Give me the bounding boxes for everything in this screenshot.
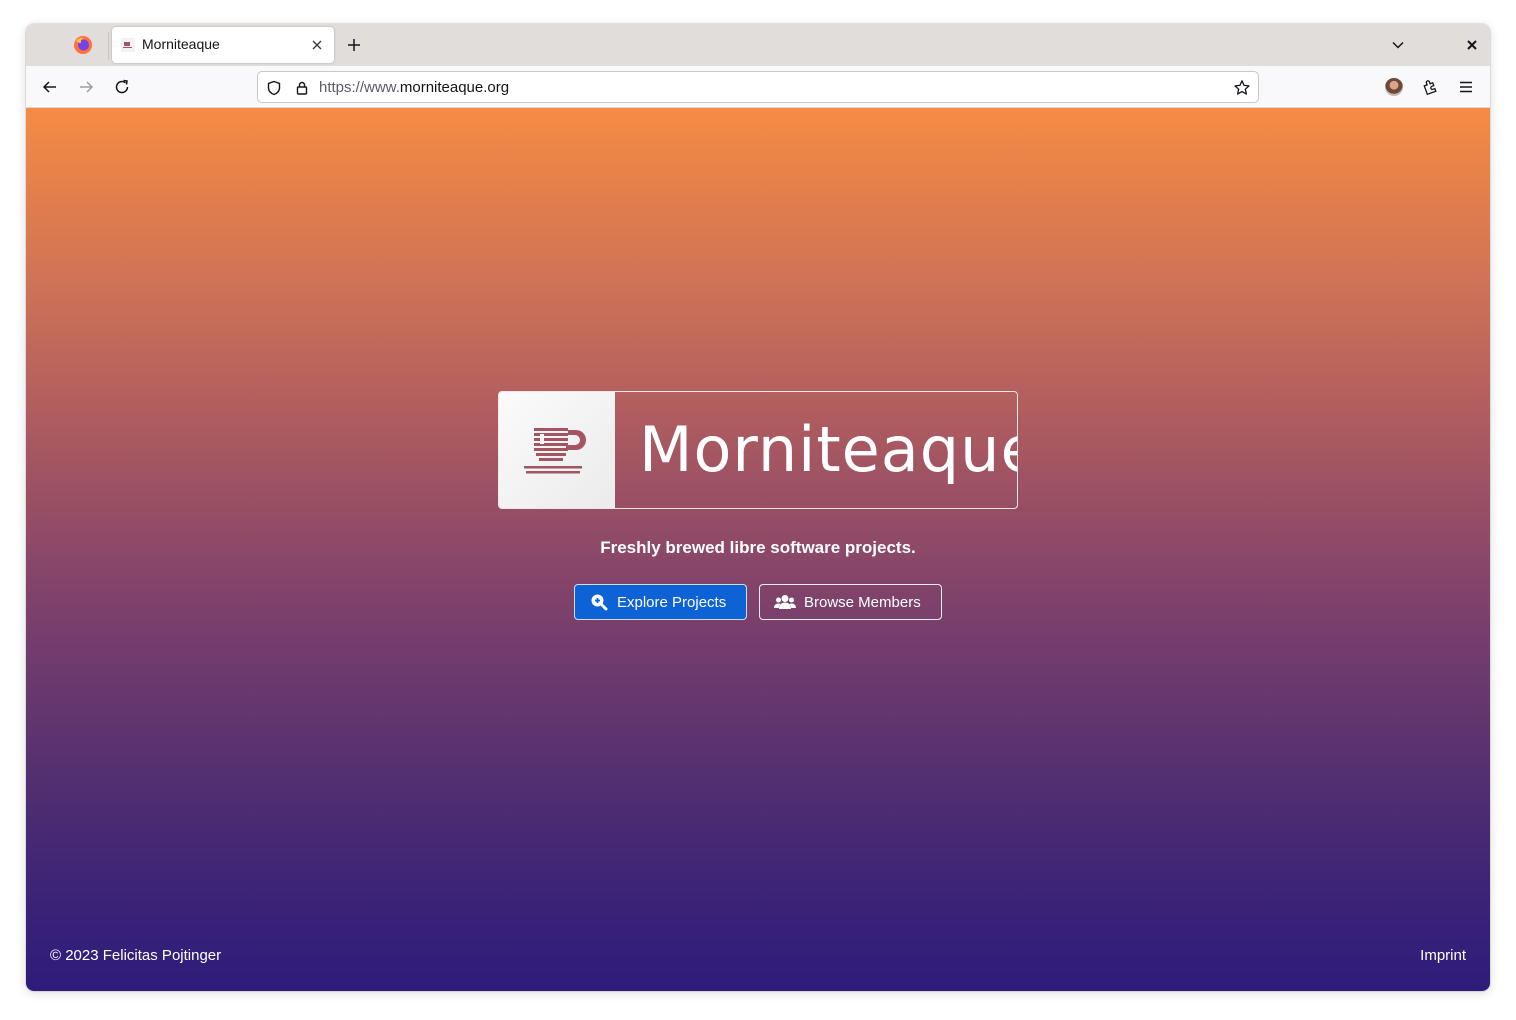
imprint-link[interactable]: Imprint bbox=[1420, 947, 1466, 964]
close-icon[interactable] bbox=[308, 36, 326, 54]
url-text[interactable]: https://www.morniteaque.org bbox=[319, 79, 509, 96]
explore-projects-button[interactable]: Explore Projects bbox=[574, 584, 747, 620]
search-plus-icon bbox=[589, 592, 609, 612]
url-prefix: https://www. bbox=[319, 79, 400, 96]
tab-strip: Morniteaque bbox=[26, 24, 1490, 66]
footer-copyright: © 2023 Felicitas Pojtinger bbox=[50, 947, 222, 964]
forward-arrow-icon[interactable] bbox=[75, 76, 97, 98]
firefox-icon[interactable] bbox=[72, 34, 94, 56]
tagline: Freshly brewed libre software projects. bbox=[600, 538, 916, 557]
browse-members-label: Browse Members bbox=[804, 593, 921, 611]
back-arrow-icon[interactable] bbox=[39, 76, 61, 98]
url-host: morniteaque.org bbox=[399, 79, 510, 96]
browser-window: Morniteaque https://www.morniteaque.org … bbox=[26, 24, 1490, 991]
shield-icon[interactable] bbox=[264, 78, 284, 98]
extensions-icon[interactable] bbox=[1419, 76, 1441, 98]
star-icon[interactable] bbox=[1232, 78, 1252, 98]
avatar[interactable] bbox=[1385, 78, 1403, 96]
reload-icon[interactable] bbox=[111, 76, 133, 98]
logo-text: Morniteaque bbox=[639, 413, 1018, 486]
site-logo: Morniteaque bbox=[498, 391, 1018, 509]
page-content: Morniteaque Freshly brewed libre softwar… bbox=[26, 108, 1490, 991]
plus-icon[interactable] bbox=[344, 35, 364, 55]
teacup-icon bbox=[499, 392, 615, 508]
explore-projects-label: Explore Projects bbox=[617, 593, 727, 611]
tab-favicon bbox=[121, 38, 135, 52]
url-bar[interactable]: https://www.morniteaque.org bbox=[257, 71, 1259, 103]
navigation-bar: https://www.morniteaque.org bbox=[26, 66, 1490, 108]
window-close-icon[interactable] bbox=[1462, 35, 1482, 55]
lock-icon[interactable] bbox=[292, 78, 312, 98]
tab-separator bbox=[108, 32, 109, 60]
browse-members-button[interactable]: Browse Members bbox=[759, 584, 942, 620]
tab-title: Morniteaque bbox=[142, 36, 220, 52]
tab-morniteaque[interactable]: Morniteaque bbox=[112, 27, 334, 63]
menu-icon[interactable] bbox=[1455, 76, 1477, 98]
chevron-down-icon[interactable] bbox=[1388, 35, 1408, 55]
users-icon bbox=[774, 592, 796, 612]
